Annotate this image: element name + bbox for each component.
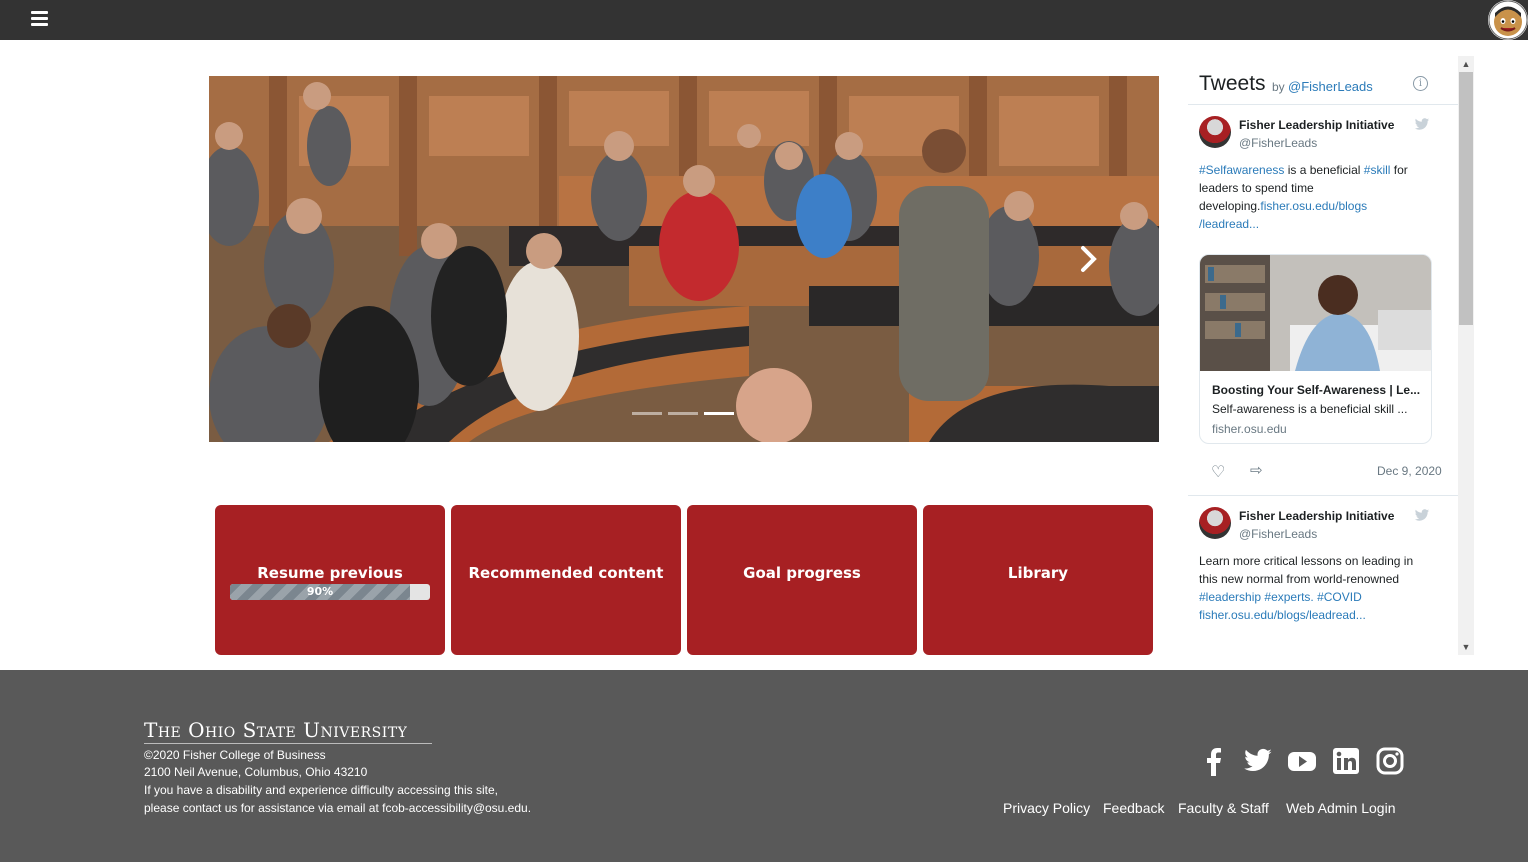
by-text: by bbox=[1272, 80, 1285, 94]
timeline-title: Tweets bbox=[1199, 72, 1266, 95]
tweet-text: #Selfawareness is a beneficial #skill fo… bbox=[1199, 161, 1421, 233]
twitter-timeline[interactable]: Tweets by @FisherLeads i Fisher Leadersh… bbox=[1188, 56, 1474, 655]
social-links bbox=[1199, 746, 1405, 776]
site-footer: The Ohio State University ©2020 Fisher C… bbox=[0, 670, 1528, 862]
carousel-indicators bbox=[632, 412, 734, 416]
recommended-content-tile[interactable]: Recommended content bbox=[451, 505, 681, 655]
linkedin-icon[interactable] bbox=[1331, 746, 1361, 776]
timeline-handle-link[interactable]: @FisherLeads bbox=[1288, 79, 1373, 94]
footer-address: 2100 Neil Avenue, Columbus, Ohio 43210 bbox=[144, 765, 368, 779]
tweet-text-part: Learn more critical lessons on leading i… bbox=[1199, 554, 1414, 586]
like-icon[interactable]: ♡ bbox=[1211, 462, 1225, 482]
hashtag-link[interactable]: #leadership bbox=[1199, 590, 1261, 604]
url-link[interactable]: fisher.osu.edu/blogs/leadread... bbox=[1199, 608, 1366, 622]
url-link[interactable]: /leadread... bbox=[1199, 217, 1259, 231]
osu-wordmark[interactable]: The Ohio State University bbox=[144, 718, 432, 744]
scroll-up-icon[interactable]: ▲ bbox=[1458, 56, 1474, 72]
footer-accessibility-line-1: If you have a disability and experience … bbox=[144, 783, 498, 797]
twitter-icon[interactable] bbox=[1243, 746, 1273, 776]
youtube-icon[interactable] bbox=[1287, 746, 1317, 776]
card-image bbox=[1200, 255, 1431, 371]
tile-label: Resume previous bbox=[257, 564, 403, 582]
card-domain: fisher.osu.edu bbox=[1212, 422, 1287, 436]
feedback-link[interactable]: Feedback bbox=[1103, 800, 1164, 816]
web-admin-login-link[interactable]: Web Admin Login bbox=[1286, 800, 1395, 816]
carousel-indicator-1[interactable] bbox=[632, 412, 662, 415]
tweet-author-handle[interactable]: @FisherLeads bbox=[1239, 136, 1317, 150]
share-icon[interactable]: ⇨ bbox=[1250, 461, 1263, 479]
link-preview-card[interactable]: Boosting Your Self-Awareness | Le... Sel… bbox=[1199, 254, 1432, 444]
library-tile[interactable]: Library bbox=[923, 505, 1153, 655]
facebook-icon[interactable] bbox=[1199, 746, 1229, 776]
hashtag-link[interactable]: #Selfawareness bbox=[1199, 163, 1284, 177]
tweet-author-handle[interactable]: @FisherLeads bbox=[1239, 527, 1317, 541]
footer-accessibility-line-2[interactable]: please contact us for assistance via ema… bbox=[144, 801, 531, 815]
tweet-author-name[interactable]: Fisher Leadership Initiative bbox=[1239, 509, 1394, 523]
tile-label: Recommended content bbox=[468, 564, 664, 582]
progress-text: 90% bbox=[306, 585, 334, 598]
privacy-policy-link[interactable]: Privacy Policy bbox=[1003, 800, 1090, 816]
brutus-mascot-icon[interactable] bbox=[1488, 0, 1528, 40]
footer-copyright: ©2020 Fisher College of Business bbox=[144, 748, 326, 762]
twitter-bird-icon[interactable] bbox=[1414, 509, 1430, 522]
hashtag-link[interactable]: #skill bbox=[1364, 163, 1391, 177]
hashtag-link[interactable]: #COVID bbox=[1317, 590, 1362, 604]
carousel-indicator-2[interactable] bbox=[668, 412, 698, 415]
goal-progress-tile[interactable]: Goal progress bbox=[687, 505, 917, 655]
timeline-byline: by @FisherLeads bbox=[1272, 79, 1373, 94]
timeline-scrollbar[interactable]: ▲ ▼ bbox=[1458, 56, 1474, 655]
scrollbar-thumb[interactable] bbox=[1459, 72, 1473, 325]
tweet-text-part: is a beneficial bbox=[1284, 163, 1364, 177]
tweet-date[interactable]: Dec 9, 2020 bbox=[1377, 464, 1442, 478]
tweet-1[interactable]: Fisher Leadership Initiative @FisherLead… bbox=[1188, 105, 1458, 496]
info-icon[interactable]: i bbox=[1413, 76, 1428, 91]
tweet-text: Learn more critical lessons on leading i… bbox=[1199, 552, 1421, 624]
instagram-icon[interactable] bbox=[1375, 746, 1405, 776]
card-title: Boosting Your Self-Awareness | Le... bbox=[1212, 383, 1421, 397]
chevron-right-icon[interactable] bbox=[1077, 242, 1101, 276]
hero-carousel[interactable] bbox=[209, 76, 1159, 442]
carousel-indicator-3[interactable] bbox=[704, 412, 734, 415]
resume-previous-tile[interactable]: Resume previous 90% bbox=[215, 505, 445, 655]
tweet-actions: ♡ ⇨ Dec 9, 2020 bbox=[1199, 444, 1447, 495]
tile-label: Library bbox=[1007, 564, 1069, 582]
card-description: Self-awareness is a beneficial skill ... bbox=[1212, 402, 1408, 416]
tweet-2[interactable]: Fisher Leadership Initiative @FisherLead… bbox=[1188, 496, 1458, 655]
scroll-down-icon[interactable]: ▼ bbox=[1458, 639, 1474, 655]
avatar[interactable] bbox=[1199, 116, 1231, 148]
tweet-author-name[interactable]: Fisher Leadership Initiative bbox=[1239, 118, 1394, 132]
tile-label: Goal progress bbox=[743, 564, 861, 582]
top-bar bbox=[0, 0, 1528, 40]
twitter-bird-icon[interactable] bbox=[1414, 118, 1430, 131]
avatar[interactable] bbox=[1199, 507, 1231, 539]
classroom-photo bbox=[209, 76, 1159, 442]
resume-progress-bar: 90% bbox=[230, 584, 430, 600]
hashtag-link[interactable]: #experts bbox=[1264, 590, 1310, 604]
url-link[interactable]: fisher.osu.edu/blogs bbox=[1260, 199, 1367, 213]
action-tiles: Resume previous 90% Recommended content … bbox=[215, 505, 1153, 655]
timeline-header: Tweets by @FisherLeads i bbox=[1188, 56, 1458, 105]
hamburger-menu-icon[interactable] bbox=[31, 11, 48, 27]
faculty-staff-link[interactable]: Faculty & Staff bbox=[1178, 800, 1269, 816]
